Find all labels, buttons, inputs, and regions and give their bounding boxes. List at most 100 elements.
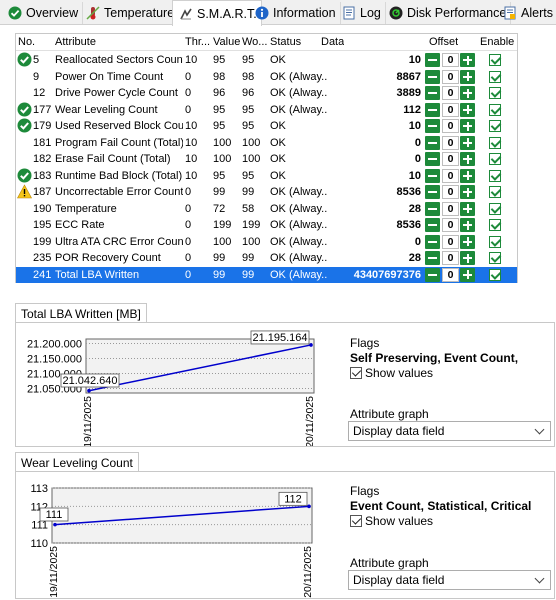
- offset-value-field[interactable]: 0: [442, 251, 459, 265]
- tab-log[interactable]: Log: [336, 2, 386, 24]
- col-header-no[interactable]: No.: [18, 36, 35, 48]
- offset-value-field[interactable]: 0: [442, 185, 459, 199]
- table-row[interactable]: 181 Program Fail Count (Total) 10 100 100 OK 0…: [16, 135, 517, 152]
- offset-increase-button[interactable]: [460, 135, 475, 150]
- graph1-panel: 21.200.000 21.150.000 21.100.000 21.050.000…: [15, 322, 555, 447]
- tab-alerts[interactable]: Alerts: [497, 2, 556, 24]
- tab-overview[interactable]: Overview: [2, 2, 84, 24]
- offset-value-field[interactable]: 0: [442, 86, 459, 100]
- offset-increase-button[interactable]: [460, 102, 475, 117]
- offset-decrease-button[interactable]: [425, 53, 440, 67]
- table-row[interactable]: 195 ECC Rate 0 199 199 OK (Alway... 8536 0: [16, 217, 517, 234]
- col-header-attribute[interactable]: Attribute: [55, 36, 96, 48]
- table-row[interactable]: 12 Drive Power Cycle Count 0 96 96 OK (Alway.…: [16, 85, 517, 102]
- graph1-show-values-checkbox[interactable]: Show values: [350, 366, 433, 380]
- offset-increase-button[interactable]: [460, 234, 475, 249]
- offset-value-field[interactable]: 0: [442, 267, 459, 282]
- table-row[interactable]: 177 Wear Leveling Count 0 95 95 OK (Alway... 1…: [16, 102, 517, 119]
- enable-checkbox[interactable]: [489, 186, 501, 198]
- offset-increase-button[interactable]: [460, 152, 475, 166]
- offset-decrease-button[interactable]: [425, 218, 440, 232]
- smart-attribute-table[interactable]: No. Attribute Thr... Value Wo... Status …: [15, 33, 518, 283]
- offset-value-field[interactable]: 0: [442, 168, 459, 183]
- enable-checkbox[interactable]: [489, 87, 501, 99]
- offset-value-field[interactable]: 0: [442, 53, 459, 67]
- offset-value-field[interactable]: 0: [442, 119, 459, 133]
- offset-value-field[interactable]: 0: [442, 135, 459, 150]
- col-header-worst[interactable]: Wo...: [242, 36, 268, 48]
- tab-information[interactable]: Information: [249, 2, 341, 24]
- cell-worst: 95: [242, 169, 255, 182]
- offset-decrease-button[interactable]: [425, 69, 440, 84]
- table-row[interactable]: 5 Reallocated Sectors Count 10 95 95 OK 10 0: [16, 52, 517, 69]
- enable-checkbox[interactable]: [489, 54, 501, 66]
- table-row[interactable]: 199 Ultra ATA CRC Error Count 0 100 100 OK (A…: [16, 234, 517, 251]
- offset-decrease-button[interactable]: [425, 86, 440, 100]
- offset-decrease-button[interactable]: [425, 102, 440, 117]
- enable-checkbox[interactable]: [489, 103, 501, 116]
- graph1-tab[interactable]: Total LBA Written [MB]: [15, 303, 147, 323]
- offset-increase-button[interactable]: [460, 86, 475, 100]
- col-header-value[interactable]: Value: [213, 36, 240, 48]
- cell-status: OK (Alway...: [270, 235, 328, 248]
- offset-increase-button[interactable]: [460, 267, 475, 282]
- col-header-offset[interactable]: Offset: [429, 36, 458, 48]
- table-row[interactable]: 9 Power On Time Count 0 98 98 OK (Alway... 886…: [16, 69, 517, 86]
- table-row[interactable]: 183 Runtime Bad Block (Total) 10 95 95 OK 10 0: [16, 168, 517, 185]
- enable-checkbox[interactable]: [489, 120, 501, 132]
- offset-value-field[interactable]: 0: [442, 201, 459, 216]
- offset-value-field[interactable]: 0: [442, 234, 459, 249]
- table-row[interactable]: 190 Temperature 0 72 58 OK (Alway... 28 0: [16, 201, 517, 218]
- col-header-status[interactable]: Status: [270, 36, 301, 48]
- offset-increase-button[interactable]: [460, 251, 475, 265]
- offset-increase-button[interactable]: [460, 53, 475, 67]
- table-row[interactable]: 241 Total LBA Written 0 99 99 OK (Alway... 434…: [16, 266, 517, 283]
- cell-status: OK: [270, 136, 286, 149]
- enable-checkbox[interactable]: [489, 153, 501, 165]
- cell-attribute: Erase Fail Count (Total): [55, 153, 171, 165]
- offset-decrease-button[interactable]: [425, 234, 440, 249]
- offset-decrease-button[interactable]: [425, 135, 440, 150]
- offset-decrease-button[interactable]: [425, 185, 440, 199]
- enable-checkbox[interactable]: [489, 169, 501, 182]
- enable-checkbox[interactable]: [489, 235, 501, 248]
- enable-checkbox[interactable]: [489, 70, 501, 83]
- offset-increase-button[interactable]: [460, 201, 475, 216]
- table-row[interactable]: 179Used Reserved Block Count...109595OK1…: [16, 118, 517, 135]
- graph1-attribute-graph-select[interactable]: Display data field: [348, 421, 551, 441]
- tab-label: Temperature: [104, 6, 175, 20]
- table-row[interactable]: 182 Erase Fail Count (Total) 10 100 100 OK 0 0: [16, 151, 517, 168]
- offset-decrease-button[interactable]: [425, 152, 440, 166]
- graph2-show-values-checkbox[interactable]: Show values: [350, 514, 433, 528]
- offset-decrease-button[interactable]: [425, 267, 440, 282]
- offset-increase-button[interactable]: [460, 218, 475, 232]
- offset-increase-button[interactable]: [460, 119, 475, 133]
- offset-decrease-button[interactable]: [425, 201, 440, 216]
- offset-increase-button[interactable]: [460, 168, 475, 183]
- offset-decrease-button[interactable]: [425, 251, 440, 265]
- offset-value-field[interactable]: 0: [442, 69, 459, 84]
- cell-threshold: 0: [185, 219, 192, 231]
- offset-value-field[interactable]: 0: [442, 102, 459, 117]
- col-header-enable[interactable]: Enable: [480, 36, 514, 48]
- enable-checkbox[interactable]: [489, 252, 501, 264]
- col-header-threshold[interactable]: Thr...: [185, 36, 211, 48]
- graph2-tab[interactable]: Wear Leveling Count: [15, 452, 139, 472]
- offset-decrease-button[interactable]: [425, 119, 440, 133]
- info-icon: [255, 6, 269, 20]
- enable-checkbox[interactable]: [489, 219, 501, 231]
- offset-value-field[interactable]: 0: [442, 218, 459, 232]
- table-row[interactable]: 187 Uncorrectable Error Count 0 99 99 OK (Alw…: [16, 184, 517, 201]
- enable-checkbox[interactable]: [489, 268, 501, 281]
- tab-disk-performance[interactable]: Disk Performance: [383, 2, 512, 24]
- offset-increase-button[interactable]: [460, 69, 475, 84]
- offset-value-field[interactable]: 0: [442, 152, 459, 166]
- offset-decrease-button[interactable]: [425, 168, 440, 183]
- col-header-data[interactable]: Data: [321, 36, 344, 48]
- graph2-attribute-graph-select[interactable]: Display data field: [348, 570, 551, 590]
- table-row[interactable]: 235 POR Recovery Count 0 99 99 OK (Alway... 28…: [16, 250, 517, 267]
- enable-checkbox[interactable]: [489, 202, 501, 215]
- tab-temperature[interactable]: Temperature: [80, 2, 180, 24]
- enable-checkbox[interactable]: [489, 136, 501, 149]
- offset-increase-button[interactable]: [460, 185, 475, 199]
